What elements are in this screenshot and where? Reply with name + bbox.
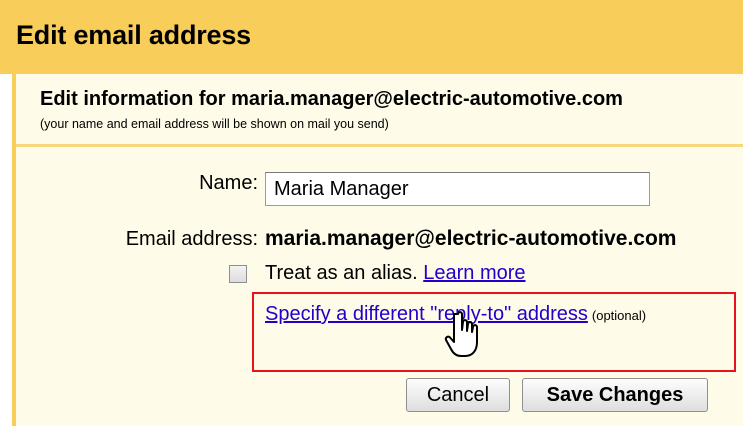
- email-label: Email address:: [125, 228, 258, 250]
- name-input[interactable]: [265, 172, 650, 206]
- optional-label: (optional): [591, 308, 647, 323]
- title-bar: Edit email address: [0, 0, 743, 74]
- alias-label: Treat as an alias.: [265, 262, 418, 284]
- learn-more-link[interactable]: Learn more: [423, 262, 525, 284]
- email-value: maria.manager@electric-automotive.com: [265, 227, 677, 250]
- divider: [16, 144, 743, 147]
- edit-email-dialog: Edit email address Edit information for …: [0, 0, 743, 426]
- reply-to-link[interactable]: Specify a different "reply-to" address: [265, 303, 588, 325]
- name-label: Name:: [199, 172, 258, 194]
- cancel-button[interactable]: Cancel: [406, 378, 510, 412]
- save-changes-button[interactable]: Save Changes: [522, 378, 708, 412]
- alias-row: Treat as an alias. Learn more: [265, 262, 526, 285]
- hand-pointer-icon: [444, 311, 478, 357]
- dialog-heading: Edit information for maria.manager@elect…: [40, 88, 623, 110]
- dialog-title: Edit email address: [16, 20, 251, 50]
- dialog-subheading: (your name and email address will be sho…: [40, 117, 389, 131]
- left-border: [12, 74, 16, 426]
- alias-checkbox[interactable]: [229, 265, 247, 283]
